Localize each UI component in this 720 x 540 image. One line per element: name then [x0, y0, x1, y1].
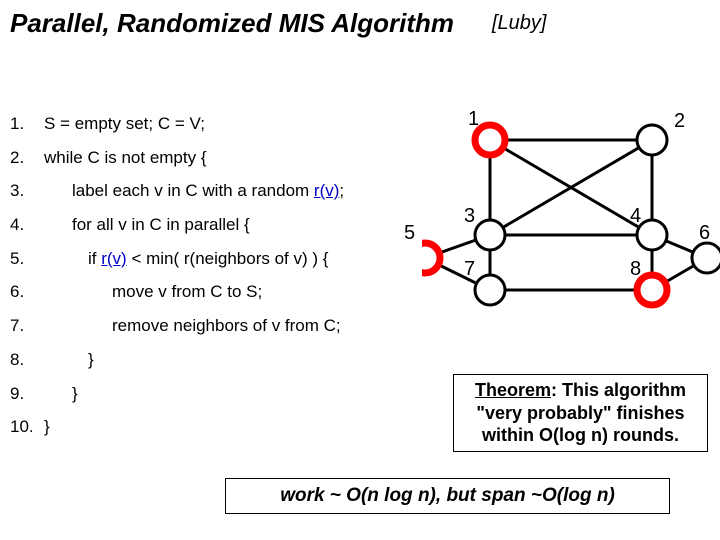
node-8: [637, 275, 667, 305]
node-label-6: 6: [699, 222, 710, 245]
algo-line-4: 4. for all v in C in parallel {: [10, 216, 344, 235]
algo-line-9: 9. }: [10, 385, 344, 404]
line-number: 6.: [10, 283, 44, 302]
algo-line-3: 3. label each v in C with a random r(v);: [10, 182, 344, 201]
algo-line-5: 5. if r(v) < min( r(neighbors of v) ) {: [10, 250, 344, 269]
node-label-2: 2: [674, 110, 685, 133]
algo-line-7: 7. remove neighbors of v from C;: [10, 317, 344, 336]
line-number: 10.: [10, 418, 44, 437]
node-2: [637, 125, 667, 155]
algo-line-8: 8. }: [10, 351, 344, 370]
theorem-label: Theorem: [475, 380, 551, 400]
line-text: move v from C to S;: [44, 283, 262, 302]
graph-diagram: 1 2 3 4 5 6 7 8: [422, 100, 720, 350]
algo-line-10: 10. }: [10, 418, 344, 437]
line-number: 3.: [10, 182, 44, 201]
node-7: [475, 275, 505, 305]
algorithm-listing: 1. S = empty set; C = V; 2. while C is n…: [10, 115, 344, 452]
line-number: 1.: [10, 115, 44, 134]
line-text: S = empty set; C = V;: [44, 115, 205, 134]
node-label-7: 7: [464, 258, 475, 281]
rv-link: r(v): [314, 181, 339, 200]
theorem-text-3: within O(log n) rounds.: [482, 425, 679, 445]
line-number: 8.: [10, 351, 44, 370]
line-text: }: [44, 418, 50, 437]
line-text: while C is not empty {: [44, 149, 207, 168]
algo-line-6: 6. move v from C to S;: [10, 283, 344, 302]
theorem-box: Theorem: This algorithm "very probably" …: [453, 374, 708, 452]
algo-line-1: 1. S = empty set; C = V;: [10, 115, 344, 134]
node-label-1: 1: [468, 108, 479, 131]
theorem-text-1: : This algorithm: [551, 380, 686, 400]
line-text: for all v in C in parallel {: [44, 216, 250, 235]
line-text: label each v in C with a random r(v);: [44, 182, 344, 201]
node-label-8: 8: [630, 258, 641, 281]
line-number: 9.: [10, 385, 44, 404]
node-5: [422, 243, 440, 273]
node-4: [637, 220, 667, 250]
page-title: Parallel, Randomized MIS Algorithm: [10, 8, 454, 39]
work-span-box: work ~ O(n log n), but span ~O(log n): [225, 478, 670, 514]
node-label-4: 4: [630, 205, 641, 228]
line-text: remove neighbors of v from C;: [44, 317, 341, 336]
node-1: [475, 125, 505, 155]
node-3: [475, 220, 505, 250]
line-number: 2.: [10, 149, 44, 168]
line-text: }: [44, 385, 78, 404]
line-number: 7.: [10, 317, 44, 336]
attribution-label: [Luby]: [492, 12, 546, 35]
node-6: [692, 243, 720, 273]
theorem-text-2: "very probably" finishes: [476, 403, 684, 423]
node-label-5: 5: [404, 222, 415, 245]
line-text: }: [44, 351, 94, 370]
rv-link: r(v): [101, 249, 126, 268]
line-text: if r(v) < min( r(neighbors of v) ) {: [44, 250, 328, 269]
node-label-3: 3: [464, 205, 475, 228]
algo-line-2: 2. while C is not empty {: [10, 149, 344, 168]
line-number: 4.: [10, 216, 44, 235]
line-number: 5.: [10, 250, 44, 269]
